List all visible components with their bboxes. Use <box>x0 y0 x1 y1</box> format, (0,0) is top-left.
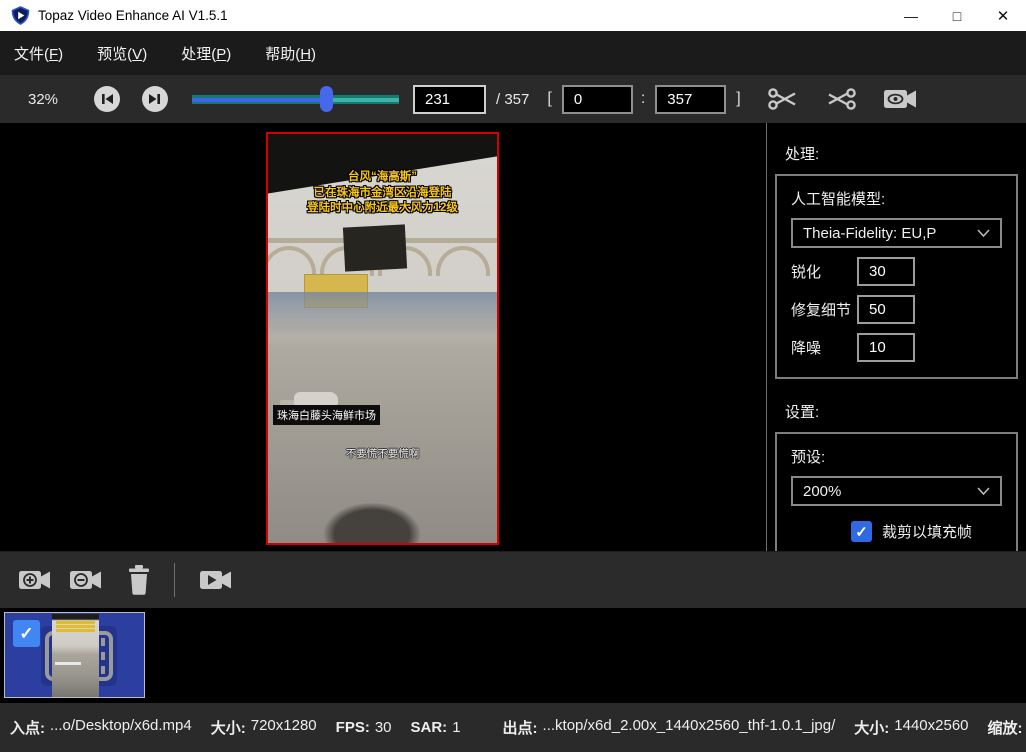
add-video-button[interactable] <box>18 567 51 593</box>
skip-start-icon <box>94 86 120 112</box>
process-video-button[interactable] <box>199 567 232 593</box>
processing-groupbox: 人工智能模型: Theia-Fidelity: EU,P 锐化 修复细节 降噪 <box>775 174 1018 379</box>
camera-play-icon <box>199 567 232 593</box>
sharpen-input[interactable] <box>857 257 915 286</box>
chevron-down-icon <box>977 229 990 237</box>
main-area: 台风“海高斯” 已在珠海市金湾区沿海登陆 登陆时中心附近最大风力12级 珠海白藤… <box>0 123 1026 551</box>
output-scale: 缩放:200% <box>988 717 1026 738</box>
maximize-button[interactable]: □ <box>934 0 980 31</box>
timeline-slider[interactable] <box>192 86 399 112</box>
menu-bar: 文件(F) 预览(V) 处理(P) 帮助(H) <box>0 31 1026 75</box>
trim-restore-button[interactable] <box>825 84 857 114</box>
preset-value: 200% <box>803 483 977 500</box>
slider-remaining <box>331 98 399 102</box>
video-debris <box>324 503 420 545</box>
menu-preview[interactable]: 预览(V) <box>97 43 147 64</box>
denoise-label: 降噪 <box>791 337 857 358</box>
remove-video-button[interactable] <box>69 567 102 593</box>
status-bar: 入点:...o/Desktop/x6d.mp4 大小:720x1280 FPS:… <box>0 703 1026 752</box>
app-window: Topaz Video Enhance AI V1.5.1 — □ ✕ 文件(F… <box>0 0 1026 752</box>
sharpen-row: 锐化 <box>791 257 1002 286</box>
input-size: 大小:720x1280 <box>211 717 317 738</box>
chevron-down-icon <box>977 487 990 495</box>
output-size: 大小:1440x2560 <box>854 717 968 738</box>
delete-clip-button[interactable] <box>126 565 152 595</box>
current-frame-input[interactable] <box>413 85 486 114</box>
range-close-bracket: ] <box>736 90 740 108</box>
minimize-button[interactable]: — <box>888 0 934 31</box>
video-flooded-car <box>294 392 338 405</box>
preview-button[interactable] <box>883 86 917 112</box>
preset-dropdown[interactable]: 200% <box>791 476 1002 506</box>
range-open-bracket: [ <box>547 90 551 108</box>
thumbnail-caption-line <box>55 662 81 665</box>
title-bar: Topaz Video Enhance AI V1.5.1 — □ ✕ <box>0 0 1026 31</box>
menu-file[interactable]: 文件(F) <box>14 43 63 64</box>
skip-to-end-button[interactable] <box>142 86 168 112</box>
ai-model-label: 人工智能模型: <box>791 188 1002 209</box>
input-fps: FPS:30 <box>336 719 392 736</box>
output-path: 出点:...ktop/x6d_2.00x_1440x2560_thf-1.0.1… <box>503 717 836 738</box>
skip-to-start-button[interactable] <box>94 86 120 112</box>
playback-toolbar: 32% / 357 [ : ] <box>0 75 1026 123</box>
scissors-join-icon <box>825 84 857 114</box>
camera-minus-icon <box>69 567 102 593</box>
clip-thumbnail[interactable]: ✓ <box>4 612 145 698</box>
video-overlay-title: 台风“海高斯” 已在珠海市金湾区沿海登陆 登陆时中心附近最大风力12级 <box>268 170 497 217</box>
clip-selected-checkbox[interactable]: ✓ <box>13 620 40 647</box>
total-frames-label: / 357 <box>496 91 529 108</box>
detail-label: 修复细节 <box>791 299 857 320</box>
camera-eye-icon <box>883 86 917 112</box>
video-preview[interactable]: 台风“海高斯” 已在珠海市金湾区沿海登陆 登陆时中心附近最大风力12级 珠海白藤… <box>266 132 499 545</box>
thumbnail-title-lines <box>56 621 95 624</box>
crop-to-fill-label: 裁剪以填充帧 <box>882 521 972 542</box>
detail-input[interactable] <box>857 295 915 324</box>
range-end-input[interactable] <box>655 85 726 114</box>
clip-toolbar <box>0 551 1026 608</box>
sharpen-label: 锐化 <box>791 261 857 282</box>
settings-panel: 处理: 人工智能模型: Theia-Fidelity: EU,P 锐化 修复细节 <box>767 123 1026 551</box>
zoom-percent-label: 32% <box>28 91 74 108</box>
video-subtitle: 不要慌不要慌啊 <box>268 446 497 461</box>
app-logo-icon <box>11 6 30 25</box>
denoise-input[interactable] <box>857 333 915 362</box>
video-speaker <box>343 224 407 271</box>
trash-icon <box>126 565 152 595</box>
menu-help[interactable]: 帮助(H) <box>265 43 316 64</box>
range-separator: : <box>641 90 645 108</box>
detail-row: 修复细节 <box>791 295 1002 324</box>
ai-model-value: Theia-Fidelity: EU,P <box>803 225 977 242</box>
close-button[interactable]: ✕ <box>980 0 1026 31</box>
slider-progress <box>192 98 326 102</box>
camera-plus-icon <box>18 567 51 593</box>
thumbnail-video-frame <box>52 614 99 698</box>
trim-cut-button[interactable] <box>767 84 799 114</box>
ai-model-dropdown[interactable]: Theia-Fidelity: EU,P <box>791 218 1002 248</box>
window-title: Topaz Video Enhance AI V1.5.1 <box>38 8 228 23</box>
input-sar: SAR:1 <box>411 719 461 736</box>
preset-label: 预设: <box>791 446 1002 467</box>
crop-to-fill-row: ✓ 裁剪以填充帧 <box>851 521 1002 542</box>
scissors-cut-icon <box>767 84 799 114</box>
crop-to-fill-checkbox[interactable]: ✓ <box>851 521 872 542</box>
input-path: 入点:...o/Desktop/x6d.mp4 <box>10 717 192 738</box>
skip-end-icon <box>142 86 168 112</box>
menu-process[interactable]: 处理(P) <box>181 43 231 64</box>
window-controls: — □ ✕ <box>888 0 1026 31</box>
thumbnail-strip: ✓ <box>0 608 1026 703</box>
video-location-caption: 珠海白藤头海鲜市场 <box>273 405 380 425</box>
video-wall <box>268 292 497 338</box>
settings-groupbox: 预设: 200% ✓ 裁剪以填充帧 <box>775 432 1018 560</box>
denoise-row: 降噪 <box>791 333 1002 362</box>
slider-handle[interactable] <box>320 86 333 112</box>
processing-heading: 处理: <box>785 143 1026 164</box>
range-start-input[interactable] <box>562 85 633 114</box>
toolbar-separator <box>174 563 175 597</box>
settings-heading: 设置: <box>785 401 1026 422</box>
